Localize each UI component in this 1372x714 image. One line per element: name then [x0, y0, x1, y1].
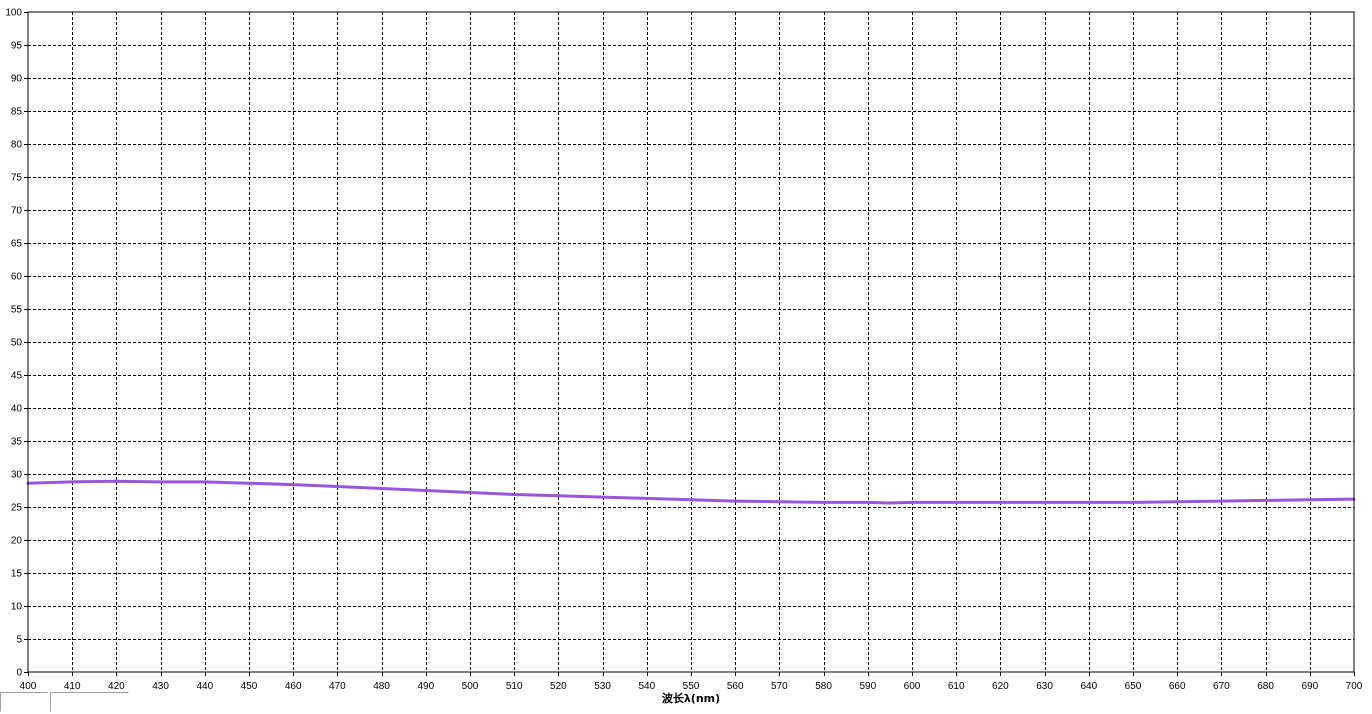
x-axis: 400 410 420 430 440 450 460 470 480 490 500 510 520 5… — [20, 672, 1363, 692]
y-tick-label: 80 — [11, 140, 23, 151]
y-tick-label: 95 — [11, 41, 23, 52]
y-tick-label: 25 — [11, 503, 23, 514]
x-tick-label: 660 — [1169, 681, 1186, 692]
x-tick-label: 610 — [948, 681, 965, 692]
x-tick-label: 670 — [1213, 681, 1230, 692]
y-tick-label: 90 — [11, 74, 23, 85]
y-tick-label: 40 — [11, 404, 23, 415]
x-tick-label: 560 — [727, 681, 744, 692]
y-tick-label: 10 — [11, 602, 23, 613]
x-tick-label: 590 — [859, 681, 876, 692]
x-tick-label: 500 — [462, 681, 479, 692]
y-tick-label: 60 — [11, 272, 23, 283]
chart: 0510152025303540455055606570758085909510… — [5, 8, 1363, 706]
y-tick-label: 35 — [11, 437, 23, 448]
x-tick-label: 580 — [815, 681, 832, 692]
x-tick-label: 430 — [152, 681, 169, 692]
y-tick-label: 45 — [11, 371, 23, 382]
x-tick-label: 510 — [506, 681, 523, 692]
x-tick-label: 680 — [1257, 681, 1274, 692]
y-tick-label: 70 — [11, 206, 23, 217]
x-tick-label: 630 — [1036, 681, 1053, 692]
y-tick-label: 5 — [16, 635, 22, 646]
y-tick-label: 65 — [11, 239, 23, 250]
x-tick-label: 470 — [329, 681, 346, 692]
x-tick-label: 410 — [64, 681, 81, 692]
x-tick-label: 530 — [594, 681, 611, 692]
x-tick-label: 440 — [196, 681, 213, 692]
x-tick-label: 650 — [1125, 681, 1142, 692]
x-tick-label: 490 — [417, 681, 434, 692]
x-tick-label: 620 — [992, 681, 1009, 692]
x-tick-label: 640 — [1080, 681, 1097, 692]
x-tick-label: 480 — [373, 681, 390, 692]
status-box-right — [50, 692, 129, 712]
x-axis-title: 波长λ(nm) — [662, 691, 720, 705]
x-tick-label: 520 — [550, 681, 567, 692]
y-tick-label: 75 — [11, 173, 23, 184]
y-tick-label: 30 — [11, 470, 23, 481]
x-tick-label: 700 — [1346, 681, 1363, 692]
y-tick-label: 20 — [11, 536, 23, 547]
x-tick-label: 570 — [771, 681, 788, 692]
x-tick-label: 690 — [1301, 681, 1318, 692]
x-tick-label: 450 — [241, 681, 258, 692]
y-tick-label: 85 — [11, 107, 23, 118]
status-box-left — [0, 692, 48, 712]
x-tick-label: 400 — [20, 681, 37, 692]
x-tick-label: 540 — [638, 681, 655, 692]
y-axis: 0 5 10 15 20 25 30 35 40 45 50 55 60 65 70 75 80 85 90 95 10… — [5, 8, 28, 679]
y-tick-label: 100 — [5, 8, 22, 19]
x-tick-label: 600 — [904, 681, 921, 692]
y-tick-label: 0 — [16, 668, 22, 679]
y-tick-label: 50 — [11, 338, 23, 349]
y-tick-label: 15 — [11, 569, 23, 580]
x-tick-label: 420 — [108, 681, 125, 692]
y-tick-label: 55 — [11, 305, 23, 316]
x-tick-label: 460 — [285, 681, 302, 692]
x-tick-label: 550 — [683, 681, 700, 692]
